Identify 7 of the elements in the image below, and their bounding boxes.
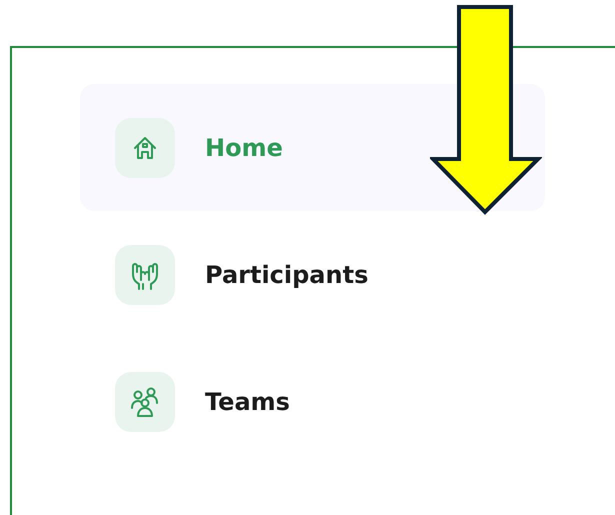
nav-label: Teams [205,388,290,416]
people-icon [129,386,161,418]
nav-label: Participants [205,260,368,288]
nav-item[interactable]: Teams [80,338,545,465]
nav-label: Home [205,134,283,162]
nav-item[interactable]: Participants [80,211,545,338]
house-icon [132,134,158,160]
